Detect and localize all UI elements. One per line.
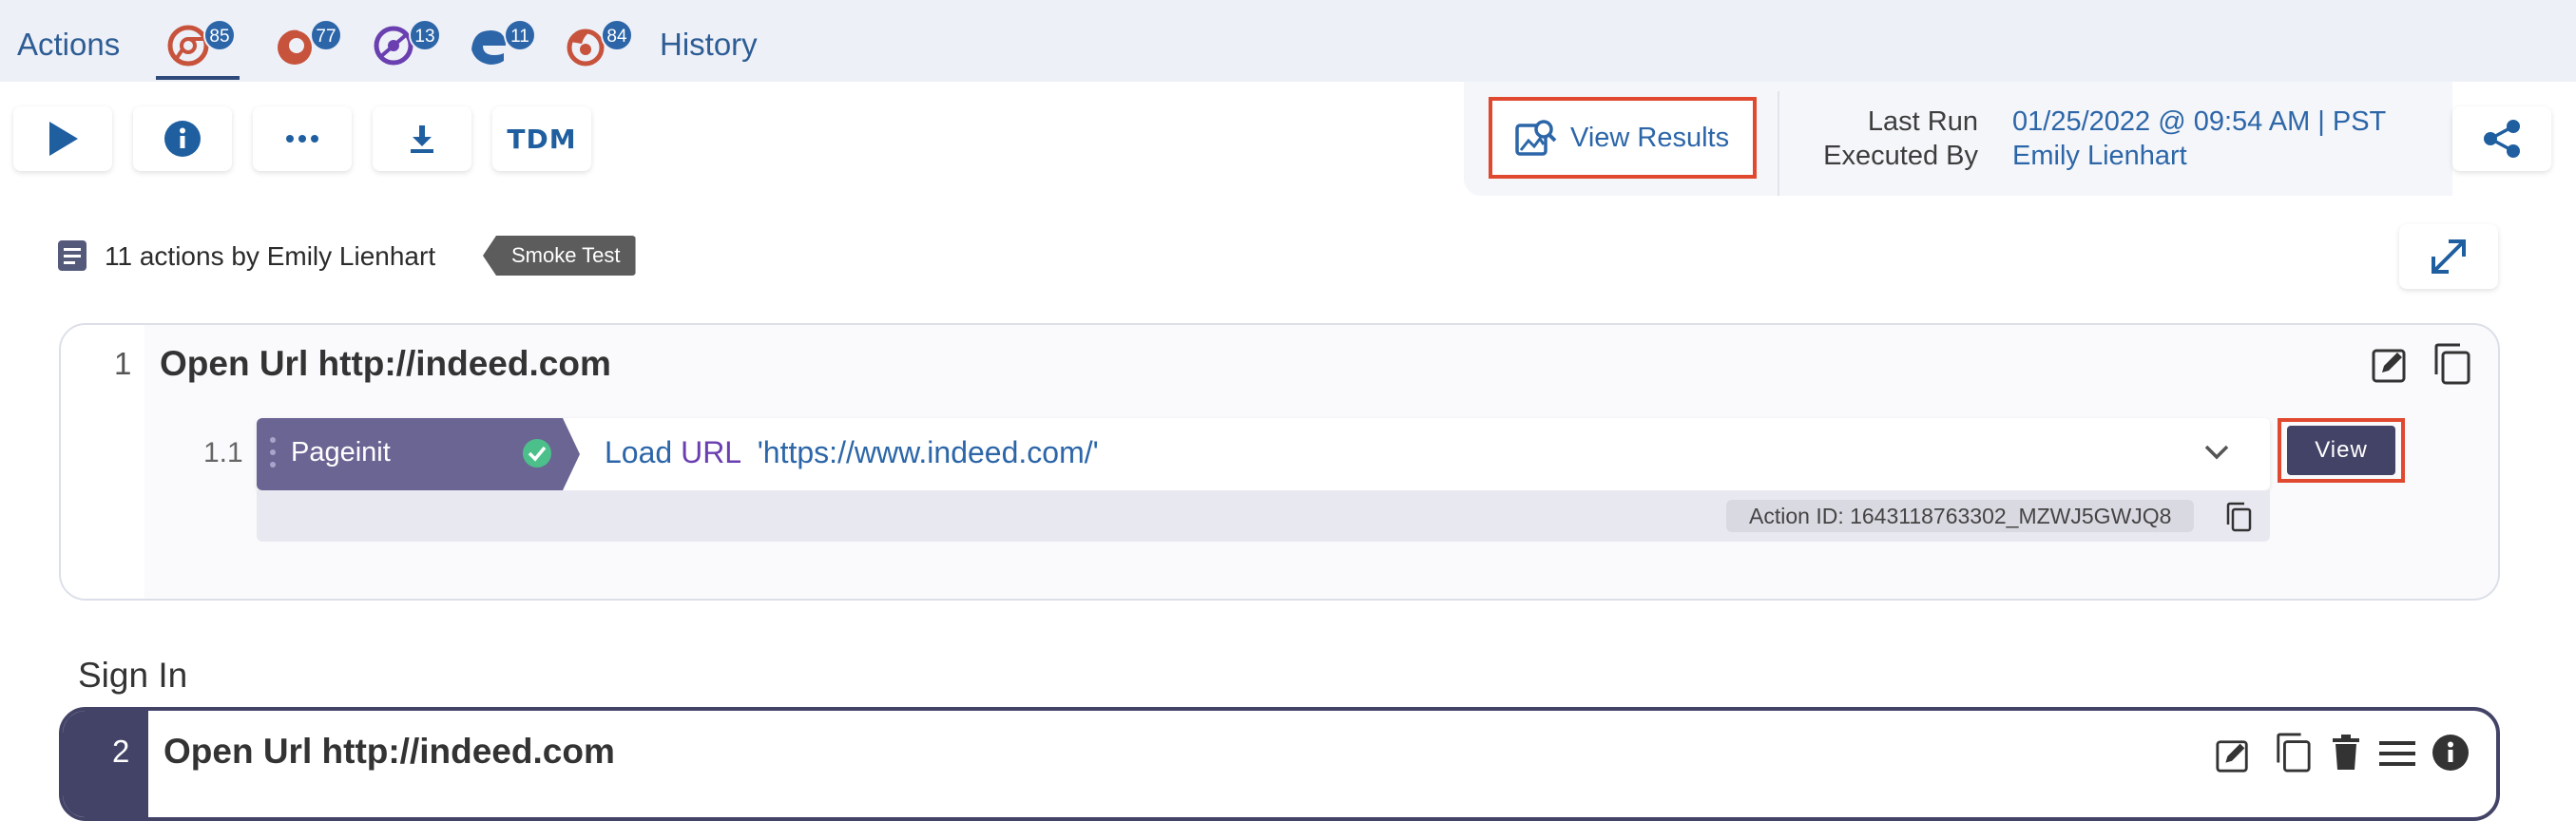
last-run-value[interactable]: 01/25/2022 @ 09:54 AM | PST — [2012, 106, 2386, 138]
view-button[interactable]: View — [2287, 426, 2395, 475]
action-id: Action ID: 1643118763302_MZWJ5GWJQ8 — [1726, 500, 2195, 532]
tag-badge[interactable]: Smoke Test — [483, 236, 636, 276]
tab-count-badge: 84 — [601, 19, 633, 51]
step-number: 2 — [112, 734, 130, 769]
tab-history[interactable]: History — [660, 27, 758, 63]
step-number: 1 — [114, 346, 132, 381]
delete-step-button[interactable] — [2331, 734, 2361, 772]
tab-actions[interactable]: Actions — [17, 27, 120, 63]
info-icon — [2432, 735, 2469, 771]
tab-count-badge: 85 — [203, 19, 236, 51]
divider — [1778, 91, 1779, 196]
share-icon — [2484, 120, 2520, 158]
group-title: Sign In — [78, 656, 188, 695]
last-run-label: Last Run — [1867, 106, 1978, 137]
more-icon — [286, 135, 318, 143]
tab-safari[interactable]: 84 — [561, 19, 633, 76]
drag-handle-icon[interactable] — [270, 437, 276, 475]
expand-icon — [2432, 239, 2466, 274]
step-gutter — [61, 325, 144, 599]
image-search-icon — [1515, 120, 1557, 156]
tab-count-badge: 77 — [310, 19, 342, 51]
copy-icon[interactable] — [2224, 502, 2253, 532]
check-circle-icon — [523, 439, 551, 468]
info-button[interactable] — [133, 106, 232, 171]
active-tab-indicator — [156, 76, 240, 80]
expand-button[interactable] — [2399, 224, 2498, 289]
tab-chrome[interactable]: 85 — [163, 19, 236, 76]
action-value: 'https://www.indeed.com/' — [757, 435, 1099, 469]
tab-opera[interactable]: 13 — [369, 19, 441, 76]
executed-by-value[interactable]: Emily Lienhart — [2012, 141, 2187, 172]
copy-step-button[interactable] — [2274, 732, 2312, 773]
action-description: Load URL 'https://www.indeed.com/' — [605, 435, 1099, 470]
copy-step-button[interactable] — [2432, 342, 2471, 386]
menu-icon — [2379, 741, 2415, 766]
view-results-label: View Results — [1570, 122, 1730, 153]
action-verb: Load — [605, 435, 673, 469]
tdm-label: TDM — [507, 123, 577, 155]
play-icon — [49, 122, 78, 156]
actions-summary: 11 actions by Emily Lienhart — [105, 241, 436, 271]
edit-step-button[interactable] — [2371, 346, 2409, 384]
reorder-step-button[interactable] — [2378, 739, 2416, 768]
download-button[interactable] — [373, 106, 471, 171]
tdm-button[interactable]: TDM — [492, 106, 591, 171]
edit-icon — [2372, 349, 2406, 383]
share-button[interactable] — [2452, 106, 2551, 171]
run-button[interactable] — [13, 106, 112, 171]
view-results-button[interactable]: View Results — [1489, 97, 1757, 179]
trash-icon — [2333, 735, 2359, 770]
executed-by-label: Executed By — [1823, 141, 1978, 171]
info-icon — [164, 121, 201, 157]
edit-step-button[interactable] — [2215, 737, 2251, 773]
tab-count-badge: 13 — [409, 19, 441, 51]
copy-icon — [2277, 733, 2311, 773]
chevron-down-icon[interactable] — [2203, 443, 2230, 462]
sub-action-number: 1.1 — [203, 437, 243, 468]
tab-firefox[interactable]: 77 — [270, 19, 342, 76]
tab-edge[interactable]: 11 — [464, 19, 536, 76]
step-title[interactable]: Open Url http://indeed.com — [163, 732, 615, 772]
action-keyword: URL — [681, 435, 740, 469]
step-info-button[interactable] — [2432, 734, 2470, 772]
download-icon — [411, 125, 433, 153]
more-button[interactable] — [253, 106, 352, 171]
edit-icon — [2216, 740, 2248, 773]
step-title[interactable]: Open Url http://indeed.com — [160, 344, 611, 384]
tab-count-badge: 11 — [504, 19, 536, 51]
step-gutter — [63, 711, 148, 817]
document-list-icon — [58, 240, 87, 271]
copy-icon — [2434, 343, 2470, 385]
action-type-label: Pageinit — [291, 437, 391, 468]
